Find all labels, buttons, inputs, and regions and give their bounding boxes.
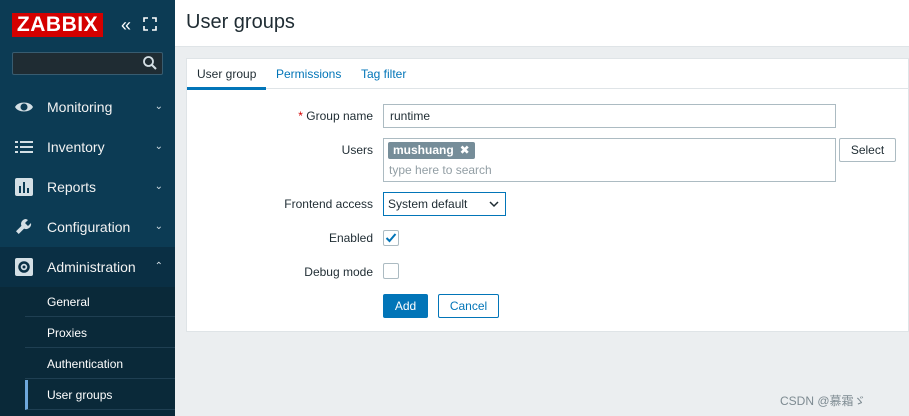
chevron-down-icon — [489, 201, 499, 208]
tab-user-group[interactable]: User group — [187, 59, 267, 90]
cancel-button[interactable]: Cancel — [438, 294, 499, 318]
submenu-general[interactable]: General — [25, 287, 175, 317]
chevron-down-icon: ⌄ — [154, 221, 163, 232]
sidebar-search-input[interactable] — [12, 52, 163, 75]
page-title: User groups — [186, 11, 295, 33]
search-icon[interactable] — [142, 55, 158, 71]
enabled-label: Enabled — [328, 231, 373, 245]
tab-bar: User group Permissions Tag filter — [187, 59, 909, 90]
submenu-authentication[interactable]: Authentication — [25, 349, 175, 379]
menu-label: Administration — [47, 259, 136, 275]
frontend-access-label: Frontend access — [284, 197, 373, 211]
frontend-access-value: System default — [388, 197, 468, 211]
group-name-input[interactable]: runtime — [383, 104, 836, 128]
collapse-sidebar-icon[interactable]: « — [118, 15, 134, 35]
menu-inventory[interactable]: Inventory ⌄ — [0, 127, 175, 167]
chevron-down-icon: ⌄ — [154, 181, 163, 192]
wrench-icon — [16, 219, 32, 234]
watermark: CSDN @慕霜ゞ — [780, 394, 866, 408]
zabbix-logo[interactable]: ZABBIX — [12, 13, 103, 37]
tab-permissions[interactable]: Permissions — [266, 59, 351, 89]
select-users-button[interactable]: Select — [839, 138, 896, 162]
group-name-label-text: Group name — [306, 109, 373, 123]
gear-icon — [15, 258, 33, 276]
users-label: Users — [341, 143, 373, 157]
menu-administration[interactable]: Administration ⌃ — [0, 247, 175, 287]
remove-tag-icon[interactable]: ✖ — [460, 143, 470, 157]
debug-mode-label: Debug mode — [304, 265, 373, 279]
kiosk-mode-icon[interactable] — [143, 17, 157, 31]
menu-monitoring[interactable]: Monitoring ⌄ — [0, 87, 175, 127]
list-icon — [15, 141, 33, 153]
menu-configuration[interactable]: Configuration ⌄ — [0, 207, 175, 247]
menu-label: Reports — [47, 179, 97, 195]
chevron-up-icon: ⌃ — [154, 261, 163, 272]
bar-chart-icon — [15, 178, 33, 196]
user-tag: mushuang ✖ — [388, 142, 475, 159]
checkmark-icon — [385, 233, 397, 243]
add-button[interactable]: Add — [383, 294, 428, 318]
logo-bar: ZABBIX « — [0, 0, 175, 52]
sidebar: ZABBIX « Monitoring ⌄ Inventory ⌄ Report… — [0, 0, 175, 416]
form-panel: User group Permissions Tag filter — [186, 58, 909, 332]
menu-label: Inventory — [47, 139, 105, 155]
group-name-label: * Group name — [187, 109, 373, 123]
frontend-access-select[interactable]: System default — [383, 192, 506, 216]
chevron-down-icon: ⌄ — [154, 141, 163, 152]
page-header: User groups — [175, 0, 909, 47]
menu-label: Monitoring — [47, 99, 113, 115]
chevron-down-icon: ⌄ — [154, 101, 163, 112]
submenu-user-groups[interactable]: User groups — [25, 380, 175, 410]
submenu-proxies[interactable]: Proxies — [25, 318, 175, 348]
user-tag-label: mushuang — [393, 143, 454, 157]
enabled-checkbox[interactable] — [383, 230, 399, 246]
tab-tag-filter[interactable]: Tag filter — [351, 59, 416, 89]
menu-label: Configuration — [47, 219, 131, 235]
debug-mode-checkbox[interactable] — [383, 263, 399, 279]
administration-submenu: General Proxies Authentication User grou… — [0, 287, 175, 416]
users-multiselect[interactable]: mushuang ✖ — [383, 138, 836, 182]
menu-reports[interactable]: Reports ⌄ — [0, 167, 175, 207]
users-search-input[interactable] — [389, 162, 809, 178]
eye-icon — [15, 102, 33, 112]
